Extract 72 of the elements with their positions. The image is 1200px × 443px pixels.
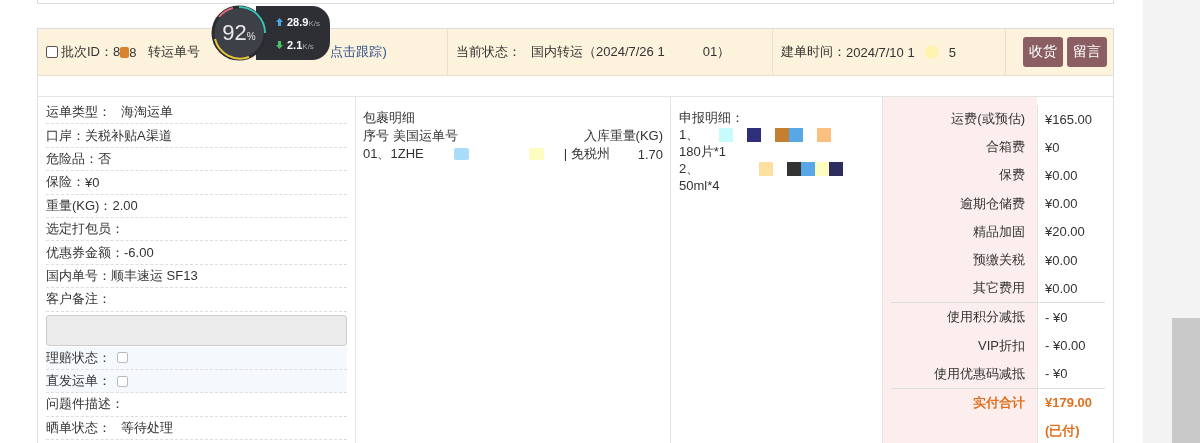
- field-row: 危险品：否: [46, 147, 347, 172]
- fee-label: 精品加固: [972, 222, 1026, 241]
- fee-label: 预缴关税: [972, 251, 1026, 270]
- fee-value: ¥165.00: [1037, 105, 1105, 134]
- item-quantity: 50ml*4: [679, 177, 721, 194]
- download-arrow-icon: [276, 40, 283, 49]
- usage-percent: 92%: [222, 20, 256, 46]
- field-checkbox[interactable]: [117, 375, 128, 387]
- batch-id-end: 8: [129, 44, 137, 60]
- tracking-link[interactable]: 点击跟踪): [330, 43, 387, 61]
- field-checkbox[interactable]: [117, 352, 128, 364]
- fee-label: 运费(或预估): [950, 110, 1026, 129]
- paid-note: (已付): [1037, 417, 1105, 443]
- field-row: 国内单号：顺丰速运 SF13: [46, 264, 347, 289]
- fee-value: ¥20.00: [1037, 217, 1105, 246]
- tracking-number: 01、1ZHE: [363, 145, 424, 163]
- package-title: 包裹明细: [363, 109, 416, 127]
- fee-value: - ¥0: [1037, 302, 1105, 332]
- field-row: 运单类型： 海淘运单: [46, 101, 347, 125]
- item-index: 2、: [679, 160, 700, 177]
- field-row: 保险：¥0: [46, 171, 347, 195]
- fee-label: 合箱费: [985, 138, 1026, 157]
- fee-value: ¥0.00: [1037, 161, 1105, 190]
- redaction-block: [120, 46, 130, 58]
- column-header: 序号 美国运单号: [363, 127, 458, 145]
- fee-label: 保费: [998, 166, 1026, 185]
- redaction-block: [528, 148, 544, 160]
- created-value: 2024/7/10 1: [846, 44, 915, 60]
- fee-label: 逾期仓储费: [959, 194, 1026, 213]
- fee-value: ¥0.00: [1037, 245, 1105, 275]
- action-button[interactable]: 留言: [1067, 37, 1107, 67]
- item-index: 1、: [679, 126, 700, 143]
- batch-checkbox[interactable]: [46, 46, 58, 58]
- fee-value: - ¥0.00: [1037, 331, 1105, 360]
- fee-label: 使用优惠码减抵: [933, 364, 1026, 383]
- redaction-block: [453, 148, 469, 160]
- weight-value: 1.70: [637, 146, 663, 162]
- redaction-block: [924, 45, 939, 59]
- fee-label: 其它费用: [972, 279, 1026, 298]
- field-label: 理赔状态：: [46, 348, 111, 367]
- fee-value: ¥179.00: [1037, 387, 1105, 418]
- upload-arrow-icon: [276, 17, 283, 26]
- field-label: 直发运单：: [46, 372, 111, 391]
- transfer-label: 转运单号: [148, 43, 201, 61]
- action-button[interactable]: 收货: [1023, 37, 1063, 67]
- field-row: 重量(KG)：2.00: [46, 194, 347, 218]
- fee-label: VIP折扣: [977, 336, 1026, 355]
- field-row: 晒单状态： 等待处理: [46, 416, 347, 441]
- tax-state: | 免税州: [563, 145, 610, 163]
- fee-value: ¥0.00: [1037, 274, 1105, 303]
- declaration-title: 申报明细：: [679, 109, 745, 126]
- batch-id-label: 批次ID：8: [61, 43, 121, 61]
- field-row: 问题件描述：: [46, 393, 347, 417]
- field-row: 选定打包员：: [46, 217, 347, 242]
- item-quantity: 180片*1: [679, 143, 727, 160]
- fee-label: 实付合计: [891, 387, 1037, 418]
- status-value-end: 01）: [702, 43, 731, 61]
- created-label: 建单时间：: [781, 43, 846, 61]
- scrollbar-thumb[interactable]: [1172, 318, 1200, 443]
- upload-speed: 28.9K/s: [287, 15, 320, 28]
- status-label: 当前状态：: [456, 43, 521, 61]
- field-row: 优惠券金额：-6.00: [46, 241, 347, 265]
- fee-value: - ¥0: [1037, 359, 1105, 388]
- status-value: 国内转运（2024/7/26 1: [531, 43, 665, 61]
- download-speed: 2.1K/s: [287, 38, 314, 51]
- fee-value: ¥0: [1037, 133, 1105, 162]
- column-header: 入库重量(KG): [583, 127, 663, 145]
- created-value-end: 5: [948, 44, 956, 60]
- field-row: 口岸：关税补贴A渠道: [46, 124, 347, 148]
- fee-label: 使用积分减抵: [891, 302, 1037, 332]
- field-row: 客户备注：: [46, 288, 347, 312]
- fee-value: ¥0.00: [1037, 189, 1105, 218]
